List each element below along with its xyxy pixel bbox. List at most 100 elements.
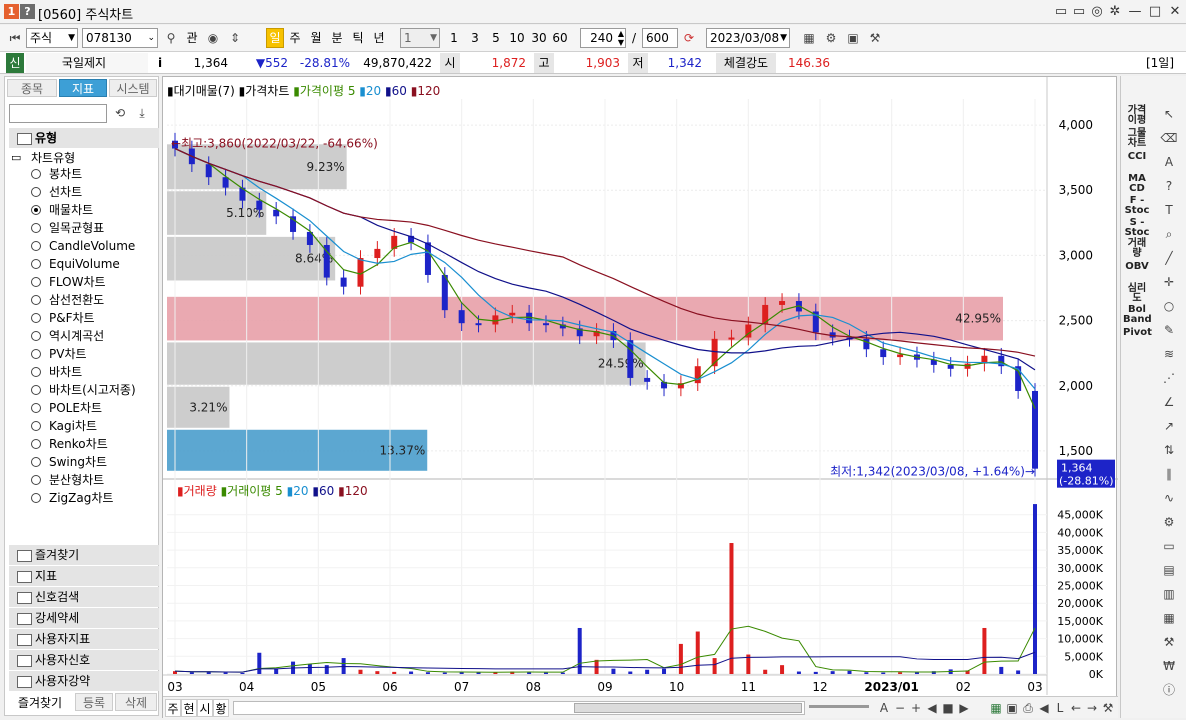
interval-10[interactable]: 10 — [507, 28, 527, 48]
tab-stocks[interactable]: 종목 — [7, 79, 57, 97]
tab-yellow-view[interactable]: 황 — [213, 699, 229, 717]
circle-icon[interactable]: ○ — [1155, 296, 1183, 316]
chart-area[interactable]: 4,000 3,500 3,000 2,500 2,000 1,500 9.23% 5.10%… — [162, 76, 1118, 718]
radio-button[interactable] — [31, 259, 41, 269]
indicator-shortcut[interactable]: 심리 도 — [1123, 284, 1151, 304]
gwan-button[interactable]: 관 — [182, 28, 202, 48]
indicator-shortcut[interactable]: CCI — [1123, 152, 1151, 162]
zoom-slider[interactable] — [809, 705, 869, 708]
interval-30[interactable]: 30 — [529, 28, 549, 48]
register-button[interactable]: 등록 — [75, 693, 113, 711]
radio-button[interactable] — [31, 439, 41, 449]
chart-type-option[interactable]: Swing차트 — [31, 453, 107, 471]
chart-type-option[interactable]: POLE차트 — [31, 399, 102, 417]
indicator-shortcut[interactable]: Bol Band — [1123, 305, 1152, 325]
chart-type-group[interactable]: ▭ 차트유형 — [9, 149, 75, 166]
chart-type-option[interactable]: 분산형차트 — [31, 471, 104, 489]
folder-item[interactable]: 강세약세 — [9, 608, 159, 628]
chart-type-option[interactable]: FLOW차트 — [31, 273, 106, 291]
indicator-search-input[interactable] — [9, 104, 107, 123]
doc-icon[interactable]: ▤ — [1155, 560, 1183, 580]
period-month[interactable]: 월 — [307, 28, 325, 48]
cross-icon[interactable]: ✛ — [1155, 272, 1183, 292]
chart-type-option[interactable]: P&F차트 — [31, 309, 95, 327]
chart-type-option[interactable]: 매물차트 — [31, 201, 93, 219]
folder-item[interactable]: 지표 — [9, 566, 159, 586]
eraser-icon[interactable]: ⌫ — [1155, 128, 1183, 148]
all-icon[interactable]: A — [1155, 152, 1183, 172]
radio-button[interactable] — [31, 295, 41, 305]
folder-item[interactable]: 사용자강약 — [9, 671, 159, 691]
line-icon[interactable]: ╱ — [1155, 248, 1183, 268]
indicator-shortcut[interactable]: F - Stoc — [1123, 196, 1151, 216]
chart-type-option[interactable]: 바차트(시고저종) — [31, 381, 136, 399]
chart-canvas[interactable]: 4,0003,5003,0002,5002,0001,5009.23%5.10%… — [163, 77, 1118, 697]
date-select[interactable]: 2023/03/08 ▼ — [706, 28, 790, 48]
radio-button[interactable] — [31, 277, 41, 287]
market-select[interactable]: 주식 ▼ — [26, 28, 78, 48]
interval-1[interactable]: 1 — [445, 28, 463, 48]
tab-indicators[interactable]: 지표 — [59, 79, 107, 97]
chart-type-option[interactable]: CandleVolume — [31, 237, 135, 255]
period-year[interactable]: 년 — [370, 28, 388, 48]
cursor-icon[interactable]: ↖ — [1155, 104, 1183, 124]
settings-icon[interactable]: ✲ — [1106, 3, 1124, 21]
tab-system[interactable]: 시스템 — [109, 79, 157, 97]
search-icon[interactable]: ⚲ — [162, 29, 180, 47]
chart-type-option[interactable]: 일목균형표 — [31, 219, 104, 237]
folder-item[interactable]: 신호검색 — [9, 587, 159, 607]
radio-button[interactable] — [31, 313, 41, 323]
stock-name[interactable]: 국일제지 — [26, 53, 148, 73]
chart-icon[interactable]: ▥ — [1155, 584, 1183, 604]
gear-icon[interactable]: ⚙ — [822, 29, 840, 47]
download-icon[interactable]: ⤓ — [133, 104, 151, 122]
pencil-icon[interactable]: ✎ — [1155, 320, 1183, 340]
interval-5[interactable]: 5 — [487, 28, 505, 48]
channel-icon[interactable]: ⇅ — [1155, 440, 1183, 460]
camera-icon[interactable]: ◎ — [1088, 3, 1106, 21]
chart-settings-icon[interactable]: ▦ — [800, 29, 818, 47]
radio-button[interactable] — [31, 349, 41, 359]
angle-icon[interactable]: ∠ — [1155, 392, 1183, 412]
chart-scrollbar[interactable] — [233, 701, 805, 715]
chart-type-option[interactable]: 바차트 — [31, 363, 82, 381]
zoom-icon[interactable]: ⌕ — [1155, 224, 1183, 244]
indicator-shortcut[interactable]: OBV — [1123, 262, 1151, 272]
chart-type-option[interactable]: 봉차트 — [31, 165, 82, 183]
radio-button[interactable] — [31, 367, 41, 377]
chart-type-option[interactable]: ZigZag차트 — [31, 489, 113, 507]
indicator-shortcut[interactable]: Pivot — [1123, 328, 1152, 338]
period-tick[interactable]: 틱 — [349, 28, 367, 48]
tab-favorites[interactable]: 즐겨찾기 — [7, 693, 73, 711]
first-icon[interactable]: ⏮ — [6, 29, 24, 47]
radio-button[interactable] — [31, 421, 41, 431]
tool-icon[interactable]: ⚒ — [1155, 632, 1183, 652]
chart-type-option[interactable]: 선차트 — [31, 183, 82, 201]
text-icon[interactable]: T — [1155, 200, 1183, 220]
stepper-icon[interactable]: ⇕ — [226, 29, 244, 47]
tools-icon[interactable]: ⚒ — [866, 29, 884, 47]
trend-icon[interactable]: ↗ — [1155, 416, 1183, 436]
group-icon[interactable]: ◉ — [204, 29, 222, 47]
help-icon[interactable]: ? — [1155, 176, 1183, 196]
indicator-shortcut[interactable]: S - Stoc — [1123, 218, 1151, 238]
radio-button[interactable] — [31, 475, 41, 485]
period-week[interactable]: 주 — [286, 28, 304, 48]
radio-button[interactable] — [31, 205, 41, 215]
wave-icon[interactable]: ∿ — [1155, 488, 1183, 508]
info-icon[interactable]: ⓘ — [1155, 680, 1183, 700]
parallel-icon[interactable]: ∥ — [1155, 464, 1183, 484]
radio-button[interactable] — [31, 457, 41, 467]
folder-item[interactable]: 사용자신호 — [9, 650, 159, 670]
radio-button[interactable] — [31, 385, 41, 395]
save-icon[interactable]: ▣ — [844, 29, 862, 47]
price-icon[interactable]: ₩ — [1155, 656, 1183, 676]
radio-button[interactable] — [31, 169, 41, 179]
delete-button[interactable]: 삭제 — [115, 693, 157, 711]
link-icon[interactable]: ▭ — [1052, 3, 1070, 21]
radio-button[interactable] — [31, 241, 41, 251]
stock-code-input[interactable]: 078130 ⌄ — [82, 28, 158, 48]
fibo-icon[interactable]: ≋ — [1155, 344, 1183, 364]
radio-button[interactable] — [31, 403, 41, 413]
indicator-shortcut[interactable]: 거래 량 — [1123, 239, 1151, 259]
